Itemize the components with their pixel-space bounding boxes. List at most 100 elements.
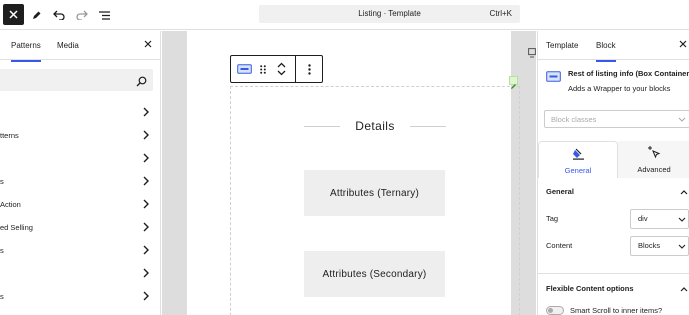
tag-value: div <box>638 214 648 223</box>
block-toolbar <box>230 55 323 83</box>
redo-button[interactable] <box>72 5 92 25</box>
heading-rule-right <box>410 126 446 127</box>
chevron-right-icon <box>143 107 149 119</box>
chevron-down-icon <box>678 242 686 251</box>
close-inserter-button[interactable] <box>144 39 152 51</box>
close-icon <box>679 40 687 48</box>
chevron-right-icon <box>143 222 149 234</box>
document-overview-button[interactable] <box>95 5 115 25</box>
category-label: s <box>0 177 4 186</box>
block-options-button[interactable] <box>296 56 322 82</box>
list-view-icon <box>99 10 110 20</box>
settings-tabs: General Advanced <box>538 141 689 178</box>
cursor-plus-icon <box>618 146 689 159</box>
smart-scroll-row: Smart Scroll to inner items? <box>546 305 689 315</box>
sidebar-tabs: Template Block <box>538 31 689 62</box>
undo-icon <box>53 10 65 20</box>
chevron-right-icon <box>143 291 149 303</box>
tab-general[interactable]: General <box>538 141 618 178</box>
chevron-down-icon <box>678 115 686 124</box>
top-toolbar: Listing · Template Ctrl+K <box>0 0 689 30</box>
flexible-content-title: Flexible Content options <box>546 284 634 293</box>
pattern-category-item[interactable]: ed Selling <box>0 216 155 239</box>
move-controls[interactable] <box>269 56 293 82</box>
pattern-category-item[interactable] <box>0 147 155 170</box>
details-heading[interactable]: Details <box>304 117 446 135</box>
content-value: Blocks <box>638 241 661 250</box>
tab-patterns[interactable]: Patterns <box>11 31 41 62</box>
undo-button[interactable] <box>49 5 69 25</box>
settings-sidebar: Template Block Rest of listing info (Box… <box>537 31 689 315</box>
chevron-right-icon <box>143 130 149 142</box>
pattern-category-item[interactable]: s <box>0 285 155 308</box>
shortcut-hint: Ctrl+K <box>489 9 512 18</box>
template-page: Details Attributes (Ternary) Attributes … <box>187 31 520 315</box>
flexible-content-section-toggle[interactable]: Flexible Content options <box>546 281 689 297</box>
edit-indicator[interactable] <box>509 76 518 89</box>
document-title: Listing · Template <box>358 9 421 18</box>
pattern-category-item[interactable] <box>0 262 155 285</box>
pencil-icon <box>511 84 516 89</box>
chevron-up-icon <box>680 188 688 197</box>
tab-template[interactable]: Template <box>546 31 578 60</box>
drag-handle-icon <box>260 64 266 74</box>
smart-scroll-label: Smart Scroll to inner items? <box>570 306 663 315</box>
container-block-icon <box>236 64 252 74</box>
category-label: tterns <box>0 131 19 140</box>
pattern-category-item[interactable] <box>0 101 155 124</box>
chevron-right-icon <box>143 199 149 211</box>
smart-scroll-toggle[interactable] <box>546 306 564 315</box>
close-icon <box>9 10 18 19</box>
block-title: Rest of listing info (Box Container) <box>568 69 689 78</box>
block-classes-select[interactable]: Block classes <box>544 110 689 128</box>
paint-bucket-icon <box>539 147 617 160</box>
chevron-down-icon <box>678 215 686 224</box>
chevron-right-icon <box>143 268 149 280</box>
attributes-secondary-block[interactable]: Attributes (Secondary) <box>304 251 445 297</box>
category-label: s <box>0 292 4 301</box>
move-down-icon[interactable] <box>277 70 286 76</box>
move-up-icon[interactable] <box>277 62 286 68</box>
category-label: Action <box>0 200 21 209</box>
container-block-icon <box>546 69 561 87</box>
close-sidebar-button[interactable] <box>679 39 687 51</box>
tab-block[interactable]: Block <box>596 31 616 62</box>
pattern-category-item[interactable]: Action <box>0 193 155 216</box>
tag-label: Tag <box>546 214 559 223</box>
editor-canvas: Details Attributes (Ternary) Attributes … <box>162 31 536 315</box>
tag-select[interactable]: div <box>630 209 689 229</box>
chevron-up-icon <box>680 285 688 294</box>
block-description: Adds a Wrapper to your blocks <box>568 84 671 93</box>
general-section-toggle[interactable]: General <box>546 184 689 200</box>
tab-media[interactable]: Media <box>57 31 79 60</box>
chevron-right-icon <box>143 245 149 257</box>
tag-field: Tag div <box>546 209 689 229</box>
tab-advanced-label: Advanced <box>637 165 671 174</box>
device-preview-icon <box>528 45 536 63</box>
block-type-button[interactable] <box>231 56 257 82</box>
close-editor-button[interactable] <box>3 4 24 25</box>
chevron-right-icon <box>143 153 149 165</box>
inserter-panel: Patterns Media tterns s Action ed Sellin… <box>0 31 161 315</box>
pattern-category-item[interactable]: tterns <box>0 124 155 147</box>
close-icon <box>144 40 152 48</box>
section-divider <box>538 273 689 274</box>
tools-button[interactable] <box>26 5 46 25</box>
pattern-search-input[interactable] <box>0 69 153 91</box>
attributes-ternary-block[interactable]: Attributes (Ternary) <box>304 170 445 216</box>
category-label: ed Selling <box>0 223 33 232</box>
redo-icon <box>76 10 88 20</box>
category-label: s <box>0 246 4 255</box>
pattern-category-item[interactable]: s <box>0 239 155 262</box>
more-vertical-icon <box>307 63 311 75</box>
tab-general-label: General <box>564 166 592 175</box>
drag-handle[interactable] <box>257 56 269 82</box>
content-select[interactable]: Blocks <box>630 236 689 256</box>
pattern-category-item[interactable]: s <box>0 170 155 193</box>
content-label: Content <box>546 241 573 250</box>
tab-advanced[interactable]: Advanced <box>618 141 689 178</box>
content-field: Content Blocks <box>546 236 689 256</box>
chevron-right-icon <box>143 176 149 188</box>
command-palette-bar[interactable]: Listing · Template Ctrl+K <box>259 5 520 23</box>
inserter-tabs: Patterns Media <box>0 31 160 62</box>
